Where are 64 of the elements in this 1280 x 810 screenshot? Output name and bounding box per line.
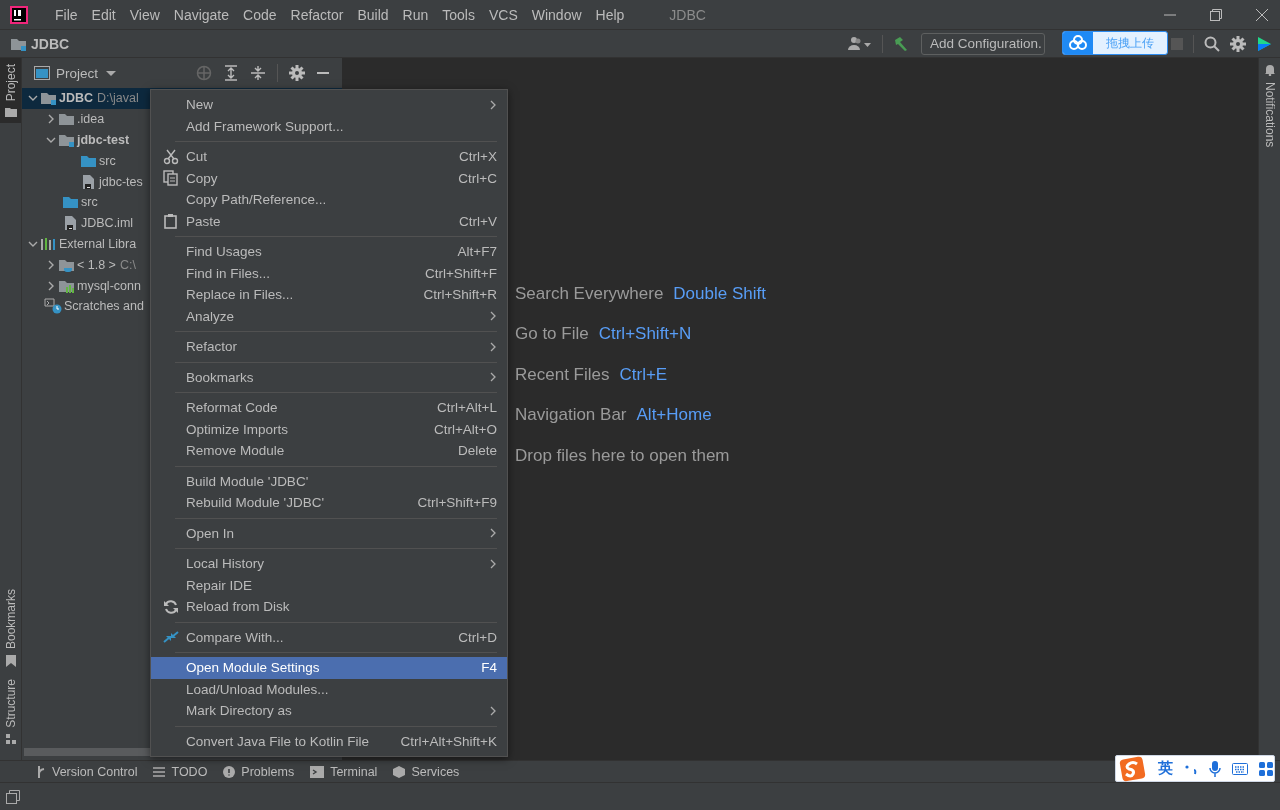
- tree-item-label: .idea: [77, 112, 105, 127]
- menu-item-label: Replace in Files...: [186, 287, 294, 303]
- upload-label: 拖拽上传: [1105, 34, 1155, 52]
- menu-item-label: Load/Unload Modules...: [186, 681, 329, 697]
- panel-title: Project: [56, 65, 99, 81]
- menu-item-label: Rebuild Module 'JDBC': [186, 495, 324, 511]
- shortcut-text: Ctrl+Shift+N: [598, 324, 692, 345]
- menu-item-label: Find in Files...: [186, 265, 271, 281]
- menu-item-label: Convert Java File to Kotlin File: [186, 733, 370, 749]
- tree-item-label: mysql-conn: [77, 278, 141, 293]
- menu-item-label: Open In: [186, 525, 235, 541]
- hint-text: Recent Files: [515, 364, 610, 385]
- menu-item-label: Remove Module: [186, 443, 285, 459]
- menu-item-label: Build Module 'JDBC': [186, 473, 309, 489]
- hint-text: Go to File: [515, 324, 589, 345]
- menu-item-label: New: [186, 97, 213, 113]
- tree-item-label: src: [99, 153, 116, 168]
- menu-item-label: Paste: [186, 213, 221, 229]
- shortcut-text: Double Shift: [673, 284, 766, 304]
- menu-item-label: Reformat Code: [186, 400, 278, 416]
- shortcut-text: Ctrl+E: [619, 364, 668, 385]
- hint-text: Search Everywhere: [515, 284, 664, 304]
- menu-item-label: Add Framework Support...: [186, 118, 344, 134]
- shortcut-text: Ctrl+V: [459, 213, 497, 229]
- menu-item-label: Repair IDE: [186, 577, 253, 593]
- shortcut-text: Alt+F7: [457, 244, 497, 260]
- shortcut-text: Ctrl+Alt+L: [436, 400, 497, 416]
- menu-item-label: Local History: [186, 556, 265, 572]
- menu-item-label: Refactor: [186, 339, 238, 355]
- shortcut-text: Alt+Home: [636, 405, 712, 426]
- menu-item-label: Copy Path/Reference...: [186, 192, 327, 208]
- tree-item-label: JDBC.iml: [81, 216, 134, 231]
- shortcut-text: Ctrl+Shift+F: [424, 265, 497, 281]
- menu-item-label: Find Usages: [186, 244, 262, 260]
- tree-item-label: JDBC: [59, 91, 94, 106]
- hint-text: Drop files here to open them: [515, 445, 730, 466]
- shortcut-text: Ctrl+Shift+R: [423, 287, 497, 303]
- tree-item-label: < 1.8 >: [77, 257, 116, 272]
- shortcut-text: F4: [481, 660, 497, 676]
- window-title: JDBC: [669, 6, 706, 23]
- shortcut-text: Ctrl+D: [458, 629, 497, 645]
- tree-item-label: jdbc-tes: [99, 174, 143, 189]
- menu-item-label: Bookmarks: [186, 369, 254, 385]
- shortcut-text: Ctrl+Shift+F9: [417, 495, 497, 511]
- shortcut-text: Ctrl+C: [458, 170, 497, 186]
- shortcut-text: Delete: [457, 443, 497, 459]
- menu-item-label: Mark Directory as: [186, 703, 292, 719]
- path-text: D:\javal: [97, 91, 139, 106]
- tree-item-label: src: [81, 195, 98, 210]
- shortcut-text: Ctrl+Alt+Shift+K: [400, 733, 497, 749]
- menu-item-label: Analyze: [186, 308, 235, 324]
- menu-item-label: Reload from Disk: [186, 599, 290, 615]
- menu-item-label: Optimize Imports: [186, 421, 289, 437]
- tree-item-label: Scratches and: [64, 299, 144, 314]
- shortcut-text: Ctrl+X: [459, 149, 497, 165]
- menu-item-label: Copy: [186, 170, 218, 186]
- tree-item-label: jdbc-test: [77, 133, 130, 147]
- hint-text: Navigation Bar: [515, 405, 627, 426]
- path-text: C:\: [119, 257, 136, 272]
- menu-item-label: Compare With...: [186, 629, 284, 645]
- tree-item-label: External Libra: [59, 236, 137, 251]
- menu-item-label: Open Module Settings: [186, 660, 320, 676]
- menu-item-label: Cut: [186, 149, 207, 165]
- shortcut-text: Ctrl+Alt+O: [433, 421, 497, 437]
